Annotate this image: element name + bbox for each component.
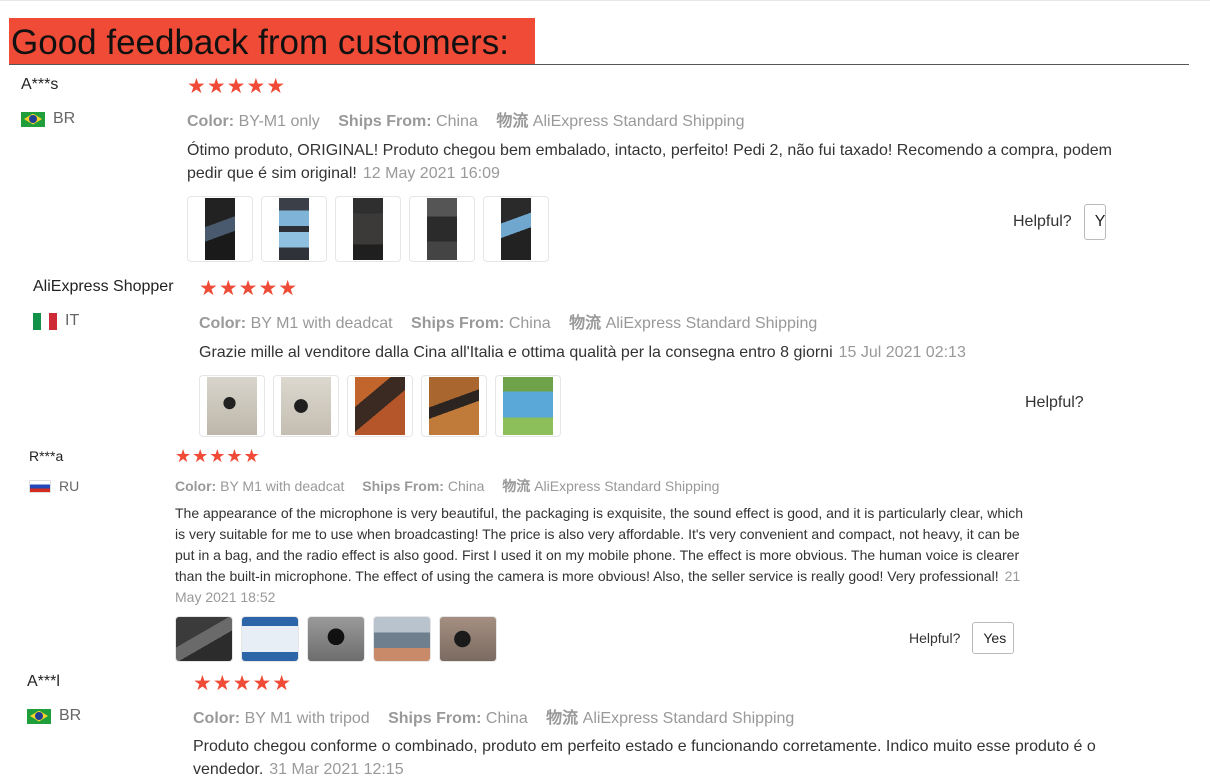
ships-from-label: Ships From: xyxy=(411,315,505,332)
ships-from-value: China xyxy=(447,478,485,494)
review-date: 15 Jul 2021 02:13 xyxy=(838,344,966,361)
brazil-flag-icon xyxy=(21,111,45,127)
top-border xyxy=(0,0,1210,1)
shipping-label: 物流 xyxy=(502,478,531,494)
ships-from-value: China xyxy=(508,315,551,332)
banner-title: Good feedback from customers: xyxy=(11,23,509,62)
review-date: 31 Mar 2021 12:15 xyxy=(269,761,404,778)
country-code: BR xyxy=(59,707,82,724)
review-photos xyxy=(199,375,569,437)
rating-stars: ★★★★★ xyxy=(193,672,293,695)
review-attributes: Color: BY M1 with tripod Ships From: Chi… xyxy=(193,704,794,728)
review-photo[interactable] xyxy=(241,616,299,662)
shipping-value: AliExpress Standard Shipping xyxy=(582,710,795,727)
reviewer-country: IT xyxy=(33,312,79,330)
review-photos xyxy=(175,616,505,662)
ships-from-value: China xyxy=(436,113,478,130)
color-value: BY M1 with deadcat xyxy=(250,315,393,332)
shipping-label: 物流 xyxy=(546,710,579,727)
helpful-yes-button[interactable]: Y xyxy=(1083,204,1106,240)
helpful-vote: Helpful? Y xyxy=(1013,204,1106,240)
review-photo[interactable] xyxy=(273,375,339,437)
color-label: Color: xyxy=(193,710,241,727)
color-value: BY-M1 only xyxy=(238,113,320,130)
banner-divider xyxy=(9,64,1189,65)
color-label: Color: xyxy=(175,478,217,494)
brazil-flag-icon xyxy=(27,708,51,724)
color-label: Color: xyxy=(199,315,247,332)
review-photo[interactable] xyxy=(439,616,497,662)
review-photo[interactable] xyxy=(175,616,233,662)
review-text-block: Grazie mille al venditore dalla Cina all… xyxy=(199,341,1119,364)
review-text-block: Produto chegou conforme o combinado, pro… xyxy=(193,735,1138,781)
review-date: 12 May 2021 16:09 xyxy=(362,165,500,182)
helpful-label: Helpful? xyxy=(1013,213,1072,230)
review-item: R***a RU ★★★★★ Color: BY M1 with deadcat… xyxy=(29,446,1029,662)
review-text-block: The appearance of the microphone is very… xyxy=(175,503,1025,608)
review-photo[interactable] xyxy=(307,616,365,662)
review-photo[interactable] xyxy=(261,196,327,262)
review-text: Ótimo produto, ORIGINAL! Produto chegou … xyxy=(187,142,1112,182)
review-photo[interactable] xyxy=(347,375,413,437)
review-photo[interactable] xyxy=(187,196,253,262)
reviewer-country: BR xyxy=(21,110,75,128)
review-item: A***l BR ★★★★★ Color: BY M1 with tripod … xyxy=(27,672,1137,778)
reviewer-country: RU xyxy=(29,478,79,494)
ships-from-value: China xyxy=(485,710,528,727)
review-item: A***s BR ★★★★★ Color: BY-M1 only Ships F… xyxy=(21,75,1122,266)
review-photo[interactable] xyxy=(199,375,265,437)
reviewer-country: BR xyxy=(27,707,81,725)
helpful-label: Helpful? xyxy=(909,630,961,646)
review-text: Grazie mille al venditore dalla Cina all… xyxy=(199,344,833,361)
helpful-vote: Helpful? Yes xyxy=(909,622,1015,654)
helpful-label: Helpful? xyxy=(1025,394,1084,411)
helpful-vote: Helpful? xyxy=(1025,394,1084,412)
shipping-value: AliExpress Standard Shipping xyxy=(605,315,818,332)
ships-from-label: Ships From: xyxy=(338,113,432,130)
review-attributes: Color: BY M1 with deadcat Ships From: Ch… xyxy=(199,309,817,333)
review-photo[interactable] xyxy=(335,196,401,262)
ships-from-label: Ships From: xyxy=(388,710,482,727)
reviewer-name: R***a xyxy=(29,448,64,464)
color-label: Color: xyxy=(187,113,235,130)
country-code: BR xyxy=(53,110,76,127)
review-item: AliExpress Shopper IT ★★★★★ Color: BY M1… xyxy=(33,277,1123,440)
rating-stars: ★★★★★ xyxy=(187,75,287,98)
rating-stars: ★★★★★ xyxy=(199,277,299,300)
reviewer-name: AliExpress Shopper xyxy=(33,278,174,295)
review-photo[interactable] xyxy=(495,375,561,437)
review-photos xyxy=(187,196,557,262)
review-attributes: Color: BY M1 with deadcat Ships From: Ch… xyxy=(175,476,719,496)
review-photo[interactable] xyxy=(421,375,487,437)
shipping-value: AliExpress Standard Shipping xyxy=(532,113,745,130)
reviewer-name: A***l xyxy=(27,673,60,690)
shipping-value: AliExpress Standard Shipping xyxy=(534,478,720,494)
country-code: IT xyxy=(65,312,80,329)
rating-stars: ★★★★★ xyxy=(175,446,261,466)
color-value: BY M1 with tripod xyxy=(244,710,370,727)
review-text: The appearance of the microphone is very… xyxy=(175,505,1024,584)
italy-flag-icon xyxy=(33,312,57,330)
color-value: BY M1 with deadcat xyxy=(220,478,345,494)
review-photo[interactable] xyxy=(409,196,475,262)
shipping-label: 物流 xyxy=(496,113,529,130)
russia-flag-icon xyxy=(29,479,51,493)
review-text-block: Ótimo produto, ORIGINAL! Produto chegou … xyxy=(187,139,1122,185)
review-photo[interactable] xyxy=(483,196,549,262)
country-code: RU xyxy=(59,478,80,494)
review-attributes: Color: BY-M1 only Ships From: China 物流 A… xyxy=(187,107,744,131)
review-photo[interactable] xyxy=(373,616,431,662)
shipping-label: 物流 xyxy=(569,315,602,332)
section-banner: Good feedback from customers: xyxy=(9,18,535,65)
helpful-yes-button[interactable]: Yes xyxy=(972,622,1015,654)
reviewer-name: A***s xyxy=(21,76,59,93)
ships-from-label: Ships From: xyxy=(362,478,444,494)
